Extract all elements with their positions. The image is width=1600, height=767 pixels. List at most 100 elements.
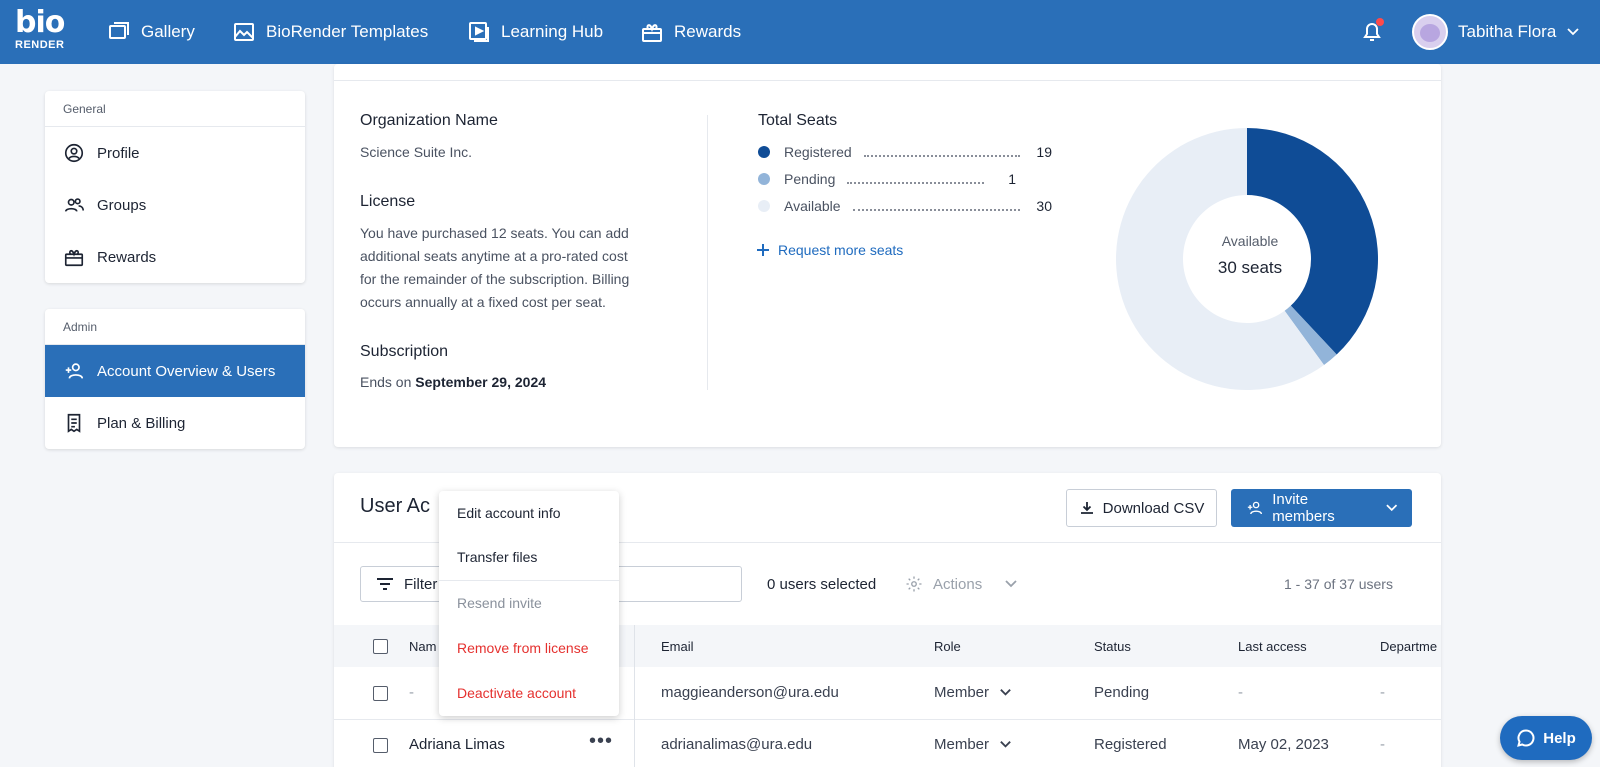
nav-gallery[interactable]: Gallery <box>107 0 195 64</box>
request-more-seats-link[interactable]: Request more seats <box>756 242 903 258</box>
available-dot <box>758 200 770 212</box>
nav-learning-hub-label: Learning Hub <box>501 22 604 41</box>
sidebar-item-label: Profile <box>97 144 140 162</box>
row-checkbox[interactable] <box>373 686 388 701</box>
subscription-text: Ends on September 29, 2024 <box>360 371 546 394</box>
select-all-checkbox[interactable] <box>373 639 388 654</box>
nav-learning-hub[interactable]: Learning Hub <box>467 0 603 64</box>
row-role: Member <box>934 684 990 701</box>
row-status: Registered <box>1094 736 1167 753</box>
avatar <box>1412 14 1448 50</box>
subscription-date: September 29, 2024 <box>415 374 547 390</box>
row-role: Member <box>934 736 990 753</box>
column-header-department[interactable]: Departme <box>1380 639 1437 654</box>
sidebar-item-rewards[interactable]: Rewards <box>45 231 305 283</box>
nav-biorender-templates[interactable]: BioRender Templates <box>232 0 428 64</box>
chevron-down-icon <box>1000 689 1011 696</box>
sidebar-general-header: General <box>45 91 305 127</box>
actions-dropdown[interactable]: Actions <box>905 575 1018 593</box>
nav-gallery-label: Gallery <box>141 22 195 41</box>
card-top-divider <box>334 80 1441 81</box>
menu-remove-from-license[interactable]: Remove from license <box>439 626 619 670</box>
sidebar-item-label: Groups <box>97 196 147 214</box>
group-icon <box>64 198 84 212</box>
seat-row-registered: Registered 19 <box>758 142 1052 162</box>
logo-bio-text: bio <box>15 5 65 40</box>
image-icon <box>234 23 254 41</box>
biorender-logo[interactable]: bio RENDER <box>15 8 65 54</box>
sidebar-item-groups[interactable]: Groups <box>45 179 305 231</box>
logo-render-text: RENDER <box>15 39 65 51</box>
license-text-3: for the remainder of the subscription. B… <box>360 271 630 287</box>
user-accounts-title: User Ac <box>360 495 431 517</box>
row-role-dropdown[interactable]: Member <box>934 684 1012 701</box>
license-label: License <box>360 193 416 210</box>
sidebar-item-account-overview[interactable]: Account Overview & Users <box>45 345 305 397</box>
menu-deactivate-account[interactable]: Deactivate account <box>439 671 619 715</box>
seat-row-pending: Pending 1 <box>758 169 1016 189</box>
row-name: - <box>409 684 414 701</box>
org-name-label: Organization Name <box>360 112 498 129</box>
sidebar-item-profile[interactable]: Profile <box>45 127 305 179</box>
seat-row-value: 30 <box>1036 198 1052 214</box>
nav-templates-label: BioRender Templates <box>266 22 429 41</box>
chevron-down-icon <box>1005 580 1017 588</box>
sidebar-item-label: Plan & Billing <box>97 414 186 432</box>
license-text-1: You have purchased 12 seats. You can add <box>360 225 629 241</box>
notifications-bell[interactable] <box>1360 18 1384 44</box>
filter-icon <box>377 578 393 590</box>
sidebar-item-plan-billing[interactable]: Plan & Billing <box>45 397 305 449</box>
row-department: - <box>1380 736 1385 753</box>
column-header-status[interactable]: Status <box>1094 639 1131 654</box>
row-checkbox[interactable] <box>373 738 388 753</box>
column-header-email[interactable]: Email <box>661 639 694 654</box>
sticky-column-separator <box>634 625 635 767</box>
nav-rewards-label: Rewards <box>674 22 742 41</box>
gear-icon <box>906 576 922 592</box>
invite-members-button[interactable]: Invite members <box>1231 489 1412 527</box>
actions-label: Actions <box>933 575 983 593</box>
row-status: Pending <box>1094 684 1150 701</box>
seat-row-value: 1 <box>1008 171 1016 187</box>
pending-dot <box>758 173 770 185</box>
download-csv-button[interactable]: Download CSV <box>1066 489 1217 527</box>
help-label: Help <box>1543 729 1576 747</box>
chevron-down-icon <box>1000 741 1011 748</box>
column-header-role[interactable]: Role <box>934 639 961 654</box>
seat-row-label: Registered <box>784 144 852 160</box>
total-seats-title: Total Seats <box>758 112 838 129</box>
column-header-last-access[interactable]: Last access <box>1238 639 1307 654</box>
menu-resend-invite[interactable]: Resend invite <box>439 581 619 625</box>
row-email: adrianalimas@ura.edu <box>661 736 813 753</box>
subscription-label: Subscription <box>360 343 449 360</box>
seat-row-label: Available <box>784 198 841 214</box>
row-role-dropdown[interactable]: Member <box>934 736 1012 753</box>
org-name-value: Science Suite Inc. <box>360 144 473 160</box>
menu-transfer-files[interactable]: Transfer files <box>439 535 619 579</box>
row-last-access: May 02, 2023 <box>1238 736 1329 753</box>
nav-rewards[interactable]: Rewards <box>640 0 741 64</box>
gift-icon <box>64 249 84 267</box>
row-department: - <box>1380 684 1385 701</box>
chevron-down-icon <box>1567 28 1579 36</box>
overview-divider <box>707 115 708 390</box>
row-more-options-icon[interactable]: ••• <box>589 730 613 753</box>
user-circle-icon <box>64 143 84 163</box>
add-user-icon <box>65 363 84 379</box>
help-button[interactable]: Help <box>1500 716 1592 760</box>
receipt-icon <box>67 413 81 433</box>
row-name: Adriana Limas <box>409 736 505 753</box>
seat-row-label: Pending <box>784 171 836 187</box>
download-icon <box>1080 502 1093 514</box>
menu-edit-account-info[interactable]: Edit account info <box>439 491 619 535</box>
user-name: Tabitha Flora <box>1458 22 1557 41</box>
row-last-access: - <box>1238 684 1243 701</box>
user-menu[interactable]: Tabitha Flora <box>1412 12 1580 52</box>
license-text-2: additional seats anytime at a pro-rated … <box>360 248 628 264</box>
gallery-icon <box>109 22 129 39</box>
seat-row-available: Available 30 <box>758 196 1052 216</box>
column-header-name[interactable]: Nam <box>409 639 436 654</box>
row-context-menu: Edit account info Transfer files Resend … <box>439 491 619 716</box>
seat-row-value: 19 <box>1036 144 1052 160</box>
gift-icon <box>642 24 662 42</box>
